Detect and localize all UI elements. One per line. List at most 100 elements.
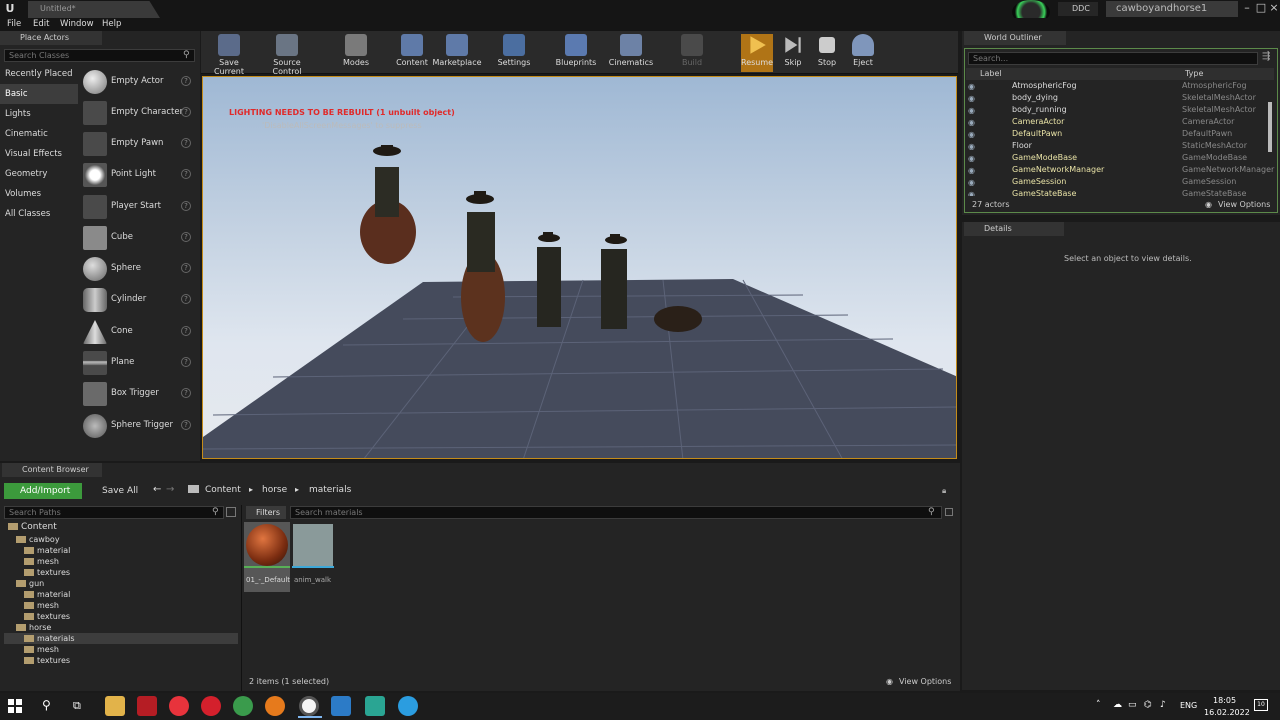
category-cinematic[interactable]: Cinematic <box>0 124 78 144</box>
actor-point-light[interactable]: Point Light? <box>80 160 197 190</box>
menu-edit[interactable]: Edit <box>33 18 49 31</box>
visibility-eye-icon[interactable]: ◉ <box>968 177 978 187</box>
eject-button[interactable]: Eject <box>849 34 877 72</box>
category-lights[interactable]: Lights <box>0 104 78 124</box>
actor-empty-actor[interactable]: Empty Actor? <box>80 67 197 97</box>
cinematics-button[interactable]: Cinematics <box>608 34 654 72</box>
stop-button[interactable]: Stop <box>814 34 840 72</box>
search-classes-input[interactable]: Search Classes <box>4 49 195 62</box>
actor-box-trigger[interactable]: Box Trigger? <box>80 379 197 409</box>
menu-window[interactable]: Window <box>60 18 94 31</box>
breadcrumb-content[interactable]: Content <box>205 485 241 495</box>
close-icon[interactable]: × <box>1267 0 1280 16</box>
outliner-row[interactable]: ◉ GameModeBase GameModeBase <box>966 152 1274 164</box>
help-icon[interactable]: ? <box>181 138 191 148</box>
unreal-logo-icon[interactable]: U <box>2 1 18 17</box>
cloud-icon[interactable]: ☁ <box>1113 700 1122 710</box>
outliner-row[interactable]: ◉ Floor StaticMeshActor <box>966 140 1274 152</box>
resume-button[interactable]: Resume <box>741 34 773 72</box>
breadcrumb-horse[interactable]: horse <box>262 485 287 495</box>
telegram-icon[interactable] <box>398 696 418 716</box>
outliner-row[interactable]: ◉ GameStateBase GameStateBase <box>966 188 1274 196</box>
windows-start-icon[interactable] <box>8 699 22 713</box>
visibility-eye-icon[interactable]: ◉ <box>968 93 978 103</box>
app-green-icon[interactable] <box>233 696 253 716</box>
tree-item-textures[interactable]: textures <box>4 567 238 578</box>
view-options-button[interactable]: View Options <box>1218 200 1270 209</box>
help-icon[interactable]: ? <box>181 169 191 179</box>
col-type[interactable]: Type <box>1185 69 1203 78</box>
level-viewport[interactable] <box>202 76 957 459</box>
menu-help[interactable]: Help <box>102 18 121 31</box>
clock-time[interactable]: 18:05 <box>1213 696 1236 705</box>
breadcrumb-materials[interactable]: materials <box>309 485 351 495</box>
add-import-button[interactable]: Add/Import <box>4 483 82 499</box>
help-icon[interactable]: ? <box>181 357 191 367</box>
actor-plane[interactable]: Plane? <box>80 348 197 378</box>
outliner-row[interactable]: ◉ CameraActor CameraActor <box>966 116 1274 128</box>
actor-sphere-trigger[interactable]: Sphere Trigger? <box>80 411 197 441</box>
opera-icon[interactable] <box>201 696 221 716</box>
blueprints-button[interactable]: Blueprints <box>555 34 597 72</box>
path-view-options-icon[interactable] <box>226 507 236 517</box>
task-view-icon[interactable]: ⧉ <box>73 699 81 713</box>
search-assets-input[interactable]: Search materials <box>290 506 942 519</box>
content-view-options-button[interactable]: View Options <box>899 677 951 686</box>
document-tab[interactable]: Untitled* <box>28 1 160 18</box>
tree-item-gun[interactable]: gun <box>4 578 238 589</box>
tree-item-mesh[interactable]: mesh <box>4 644 238 655</box>
category-recently-placed[interactable]: Recently Placed <box>0 64 78 84</box>
modes-button[interactable]: Modes <box>338 34 374 72</box>
forward-arrow-icon[interactable]: → <box>166 484 174 495</box>
help-icon[interactable]: ? <box>181 294 191 304</box>
minimize-icon[interactable]: – <box>1240 0 1254 16</box>
tree-item-content[interactable]: Content <box>4 522 238 534</box>
search-icon[interactable]: ⚲ <box>42 698 51 712</box>
menu-file[interactable]: File <box>7 18 21 31</box>
ddc-indicator[interactable]: DDC <box>1058 2 1098 16</box>
help-icon[interactable]: ? <box>181 76 191 86</box>
category-visual-effects[interactable]: Visual Effects <box>0 144 78 164</box>
world-outliner-tab[interactable]: World Outliner <box>964 31 1066 45</box>
source-control-button[interactable]: Source Control <box>258 34 316 76</box>
outliner-search-input[interactable]: Search... <box>968 52 1258 65</box>
actor-cylinder[interactable]: Cylinder? <box>80 285 197 315</box>
asset-options-icon[interactable] <box>945 508 953 516</box>
save-all-button[interactable]: Save All <box>90 483 146 499</box>
help-icon[interactable]: ? <box>181 107 191 117</box>
actor-player-start[interactable]: Player Start? <box>80 192 197 222</box>
tree-item-material[interactable]: material <box>4 545 238 556</box>
notification-icon[interactable]: 10 <box>1254 699 1268 711</box>
outliner-row[interactable]: ◉ body_running SkeletalMeshActor <box>966 104 1274 116</box>
tree-item-materials-selected[interactable]: materials <box>4 633 238 644</box>
help-icon[interactable]: ? <box>181 232 191 242</box>
visibility-eye-icon[interactable]: ◉ <box>968 117 978 127</box>
tree-item-textures[interactable]: textures <box>4 655 238 666</box>
blender-icon[interactable] <box>265 696 285 716</box>
outliner-scrollbar[interactable] <box>1268 102 1272 152</box>
build-button[interactable]: Build <box>678 34 706 72</box>
maximize-icon[interactable]: □ <box>1254 0 1268 16</box>
battery-icon[interactable]: ▭ <box>1128 700 1137 710</box>
app-red-icon[interactable] <box>137 696 157 716</box>
app-teal-icon[interactable] <box>365 696 385 716</box>
marketplace-button[interactable]: Marketplace <box>432 34 482 72</box>
content-button[interactable]: Content <box>395 34 429 72</box>
help-icon[interactable]: ? <box>181 201 191 211</box>
tree-item-cawboy[interactable]: cawboy <box>4 534 238 545</box>
help-icon[interactable]: ? <box>181 388 191 398</box>
lock-icon[interactable]: 🔒︎ <box>942 486 946 496</box>
asset-tile[interactable]: anim_walk <box>292 522 334 592</box>
details-tab[interactable]: Details <box>964 222 1064 236</box>
category-volumes[interactable]: Volumes <box>0 184 78 204</box>
help-icon[interactable]: ? <box>181 420 191 430</box>
search-paths-input[interactable]: Search Paths <box>4 506 224 519</box>
unreal-engine-icon[interactable] <box>299 696 319 716</box>
volume-icon[interactable]: ♪ <box>1160 700 1166 710</box>
save-current-button[interactable]: Save Current <box>205 34 253 76</box>
visibility-eye-icon[interactable]: ◉ <box>968 129 978 139</box>
clock-date[interactable]: 16.02.2022 <box>1204 708 1250 717</box>
tree-item-textures[interactable]: textures <box>4 611 238 622</box>
asset-tile-selected[interactable]: 01_-_Default <box>244 522 290 592</box>
content-browser-tab[interactable]: Content Browser <box>2 463 102 477</box>
